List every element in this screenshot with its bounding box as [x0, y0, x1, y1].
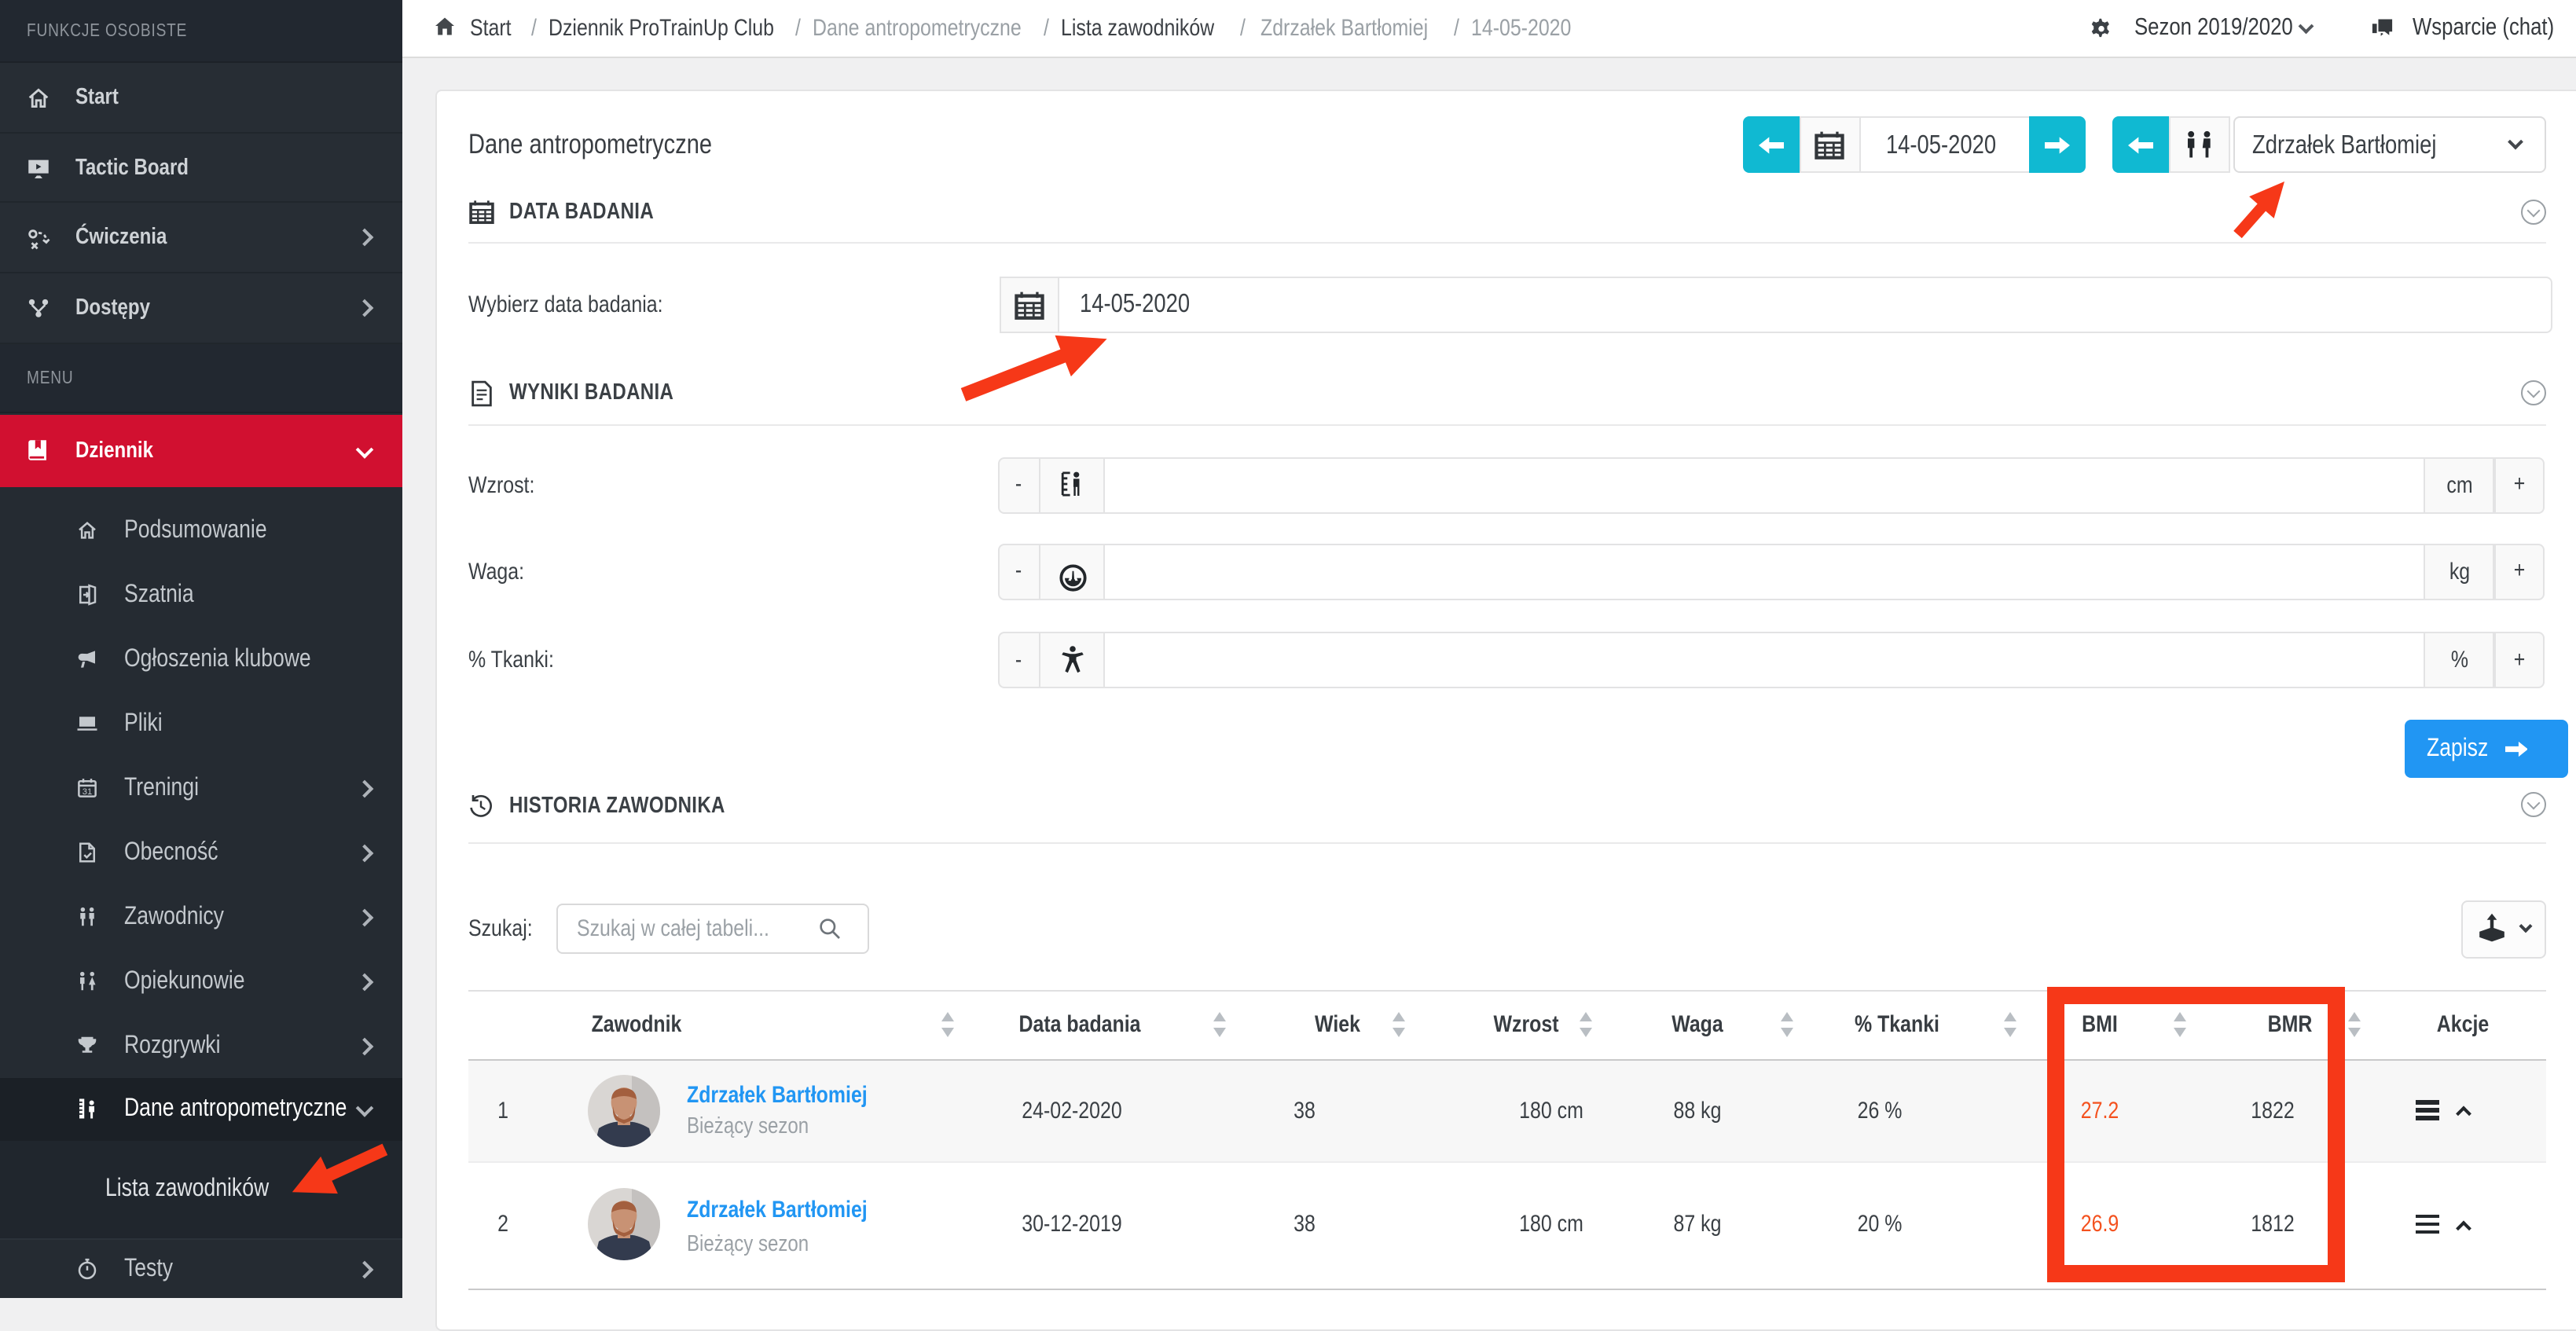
- svg-text:31: 31: [83, 787, 93, 797]
